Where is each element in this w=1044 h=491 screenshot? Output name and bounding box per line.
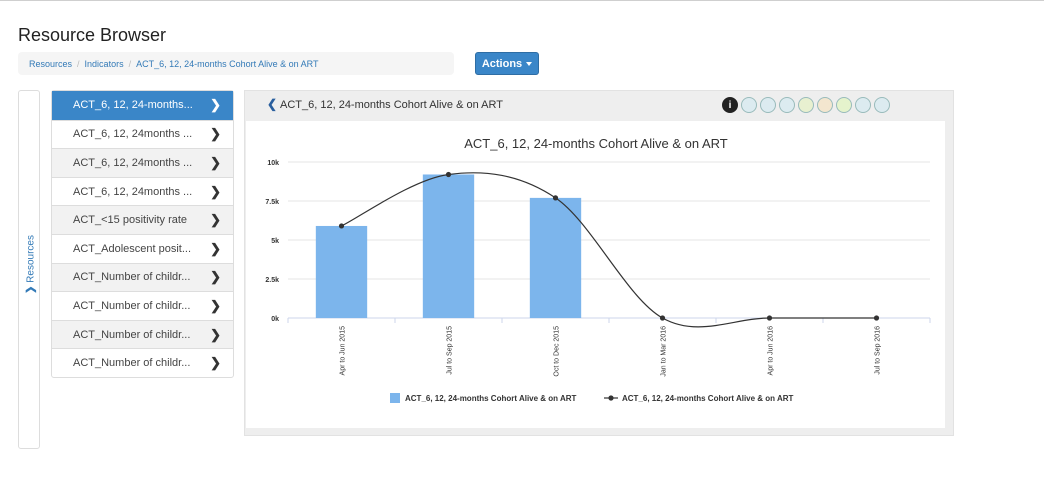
breadcrumb-current[interactable]: ACT_6, 12, 24-months Cohort Alive & on A… [136, 59, 318, 69]
list-item[interactable]: ACT_6, 12, 24-months... ❯ [52, 91, 233, 120]
line-point [766, 315, 773, 321]
caret-down-icon [526, 61, 533, 66]
breadcrumb-separator: / [128, 58, 132, 69]
bar [529, 197, 582, 318]
list-item[interactable]: ACT_Adolescent posit... ❯ [52, 233, 233, 263]
bar [422, 174, 475, 318]
line-point [445, 171, 452, 178]
chevron-right-icon: ❯ [210, 126, 221, 142]
list-item[interactable]: ACT_Number of childr... ❯ [52, 348, 233, 377]
chart-panel: ❮ ACT_6, 12, 24-months Cohort Alive & on… [244, 90, 954, 436]
chevron-right-icon: ❯ [210, 355, 221, 371]
chart-svg: ACT_6, 12, 24-months Cohort Alive & on A… [265, 136, 931, 403]
line-point [552, 195, 559, 201]
chevron-right-icon: ❯ [210, 183, 221, 199]
pivot-icon[interactable] [760, 97, 776, 113]
chevron-right-icon: ❯ [210, 240, 221, 256]
indicator-list: ACT_6, 12, 24-months... ❯ ACT_6, 12, 24mo… [51, 90, 234, 378]
breadcrumb-indicators[interactable]: Indicators [85, 59, 124, 69]
chart-toolbar: i [722, 97, 890, 113]
list-item[interactable]: ACT_Number of childr... ❯ [52, 291, 233, 320]
x-tick-label: Jan to Mar 2016 [661, 326, 668, 377]
breadcrumb: Resources / Indicators / ACT_6, 12, 24-m… [18, 52, 454, 75]
back-chevron-icon[interactable]: ❮ [267, 97, 277, 111]
chevron-right-icon: ❯ [210, 269, 221, 285]
actions-button[interactable]: Actions [475, 52, 539, 75]
x-tick-label: Oct to Dec 2015 [554, 326, 561, 377]
y-tick-label: 0k [271, 316, 279, 323]
x-tick-label: Apr to Jun 2016 [768, 326, 775, 376]
line-point [659, 315, 666, 321]
legend-line-label: ACT_6, 12, 24-months Cohort Alive & on A… [622, 394, 794, 403]
list-icon[interactable] [874, 97, 890, 113]
list-item[interactable]: ACT_Number of childr... ❯ [52, 262, 233, 292]
table-icon[interactable] [741, 97, 757, 113]
line-icon[interactable] [817, 97, 833, 113]
panel-title: ACT_6, 12, 24-months Cohort Alive & on A… [280, 99, 503, 111]
resources-tab-label: ❯ Resources [25, 235, 37, 294]
y-tick-label: 2.5k [265, 277, 279, 284]
y-tick-label: 7.5k [265, 199, 279, 206]
x-tick-label: Jul to Sep 2016 [875, 326, 882, 375]
chart-area: ACT_6, 12, 24-months Cohort Alive & on A… [246, 121, 945, 428]
info-icon[interactable]: i [722, 97, 738, 113]
resources-tab[interactable]: ❯ Resources [18, 90, 40, 449]
chevron-right-icon: ❯ [210, 154, 221, 170]
area-icon[interactable] [855, 97, 871, 113]
list-item[interactable]: ACT_<15 positivity rate ❯ [52, 205, 233, 234]
series-line [341, 172, 877, 328]
line-point [338, 223, 345, 229]
bar-icon[interactable] [798, 97, 814, 113]
x-tick-label: Apr to Jun 2015 [340, 326, 347, 376]
y-tick-label: 5k [271, 238, 279, 245]
chart-title: ACT_6, 12, 24-months Cohort Alive & on A… [464, 136, 728, 151]
legend-bar-label: ACT_6, 12, 24-months Cohort Alive & on A… [405, 394, 577, 403]
y-tick-label: 10k [267, 160, 279, 167]
bar [315, 225, 368, 318]
chevron-right-icon: ❯ [210, 97, 221, 113]
breadcrumb-resources[interactable]: Resources [29, 59, 72, 69]
legend-bar-swatch [390, 393, 400, 403]
top-border [0, 0, 1044, 1]
x-tick-label: Jul to Sep 2015 [447, 326, 454, 375]
pie-icon[interactable] [836, 97, 852, 113]
chevron-right-icon: ❯ [210, 326, 221, 342]
line-point [873, 315, 880, 321]
chevron-right-icon: ❯ [210, 297, 221, 313]
list-item[interactable]: ACT_6, 12, 24months ... ❯ [52, 119, 233, 149]
actions-label: Actions [481, 57, 523, 70]
list-item[interactable]: ACT_Number of childr... ❯ [52, 319, 233, 349]
breadcrumb-separator: / [77, 58, 80, 69]
column-icon[interactable] [779, 97, 795, 113]
page-title: Resource Browser [18, 25, 167, 45]
list-item[interactable]: ACT_6, 12, 24months ... ❯ [52, 148, 233, 177]
chevron-right-icon: ❯ [210, 212, 221, 228]
chevron-up-icon: ❯ [25, 285, 37, 294]
legend-line-marker [608, 395, 614, 401]
list-item[interactable]: ACT_6, 12, 24months ... ❯ [52, 176, 233, 206]
